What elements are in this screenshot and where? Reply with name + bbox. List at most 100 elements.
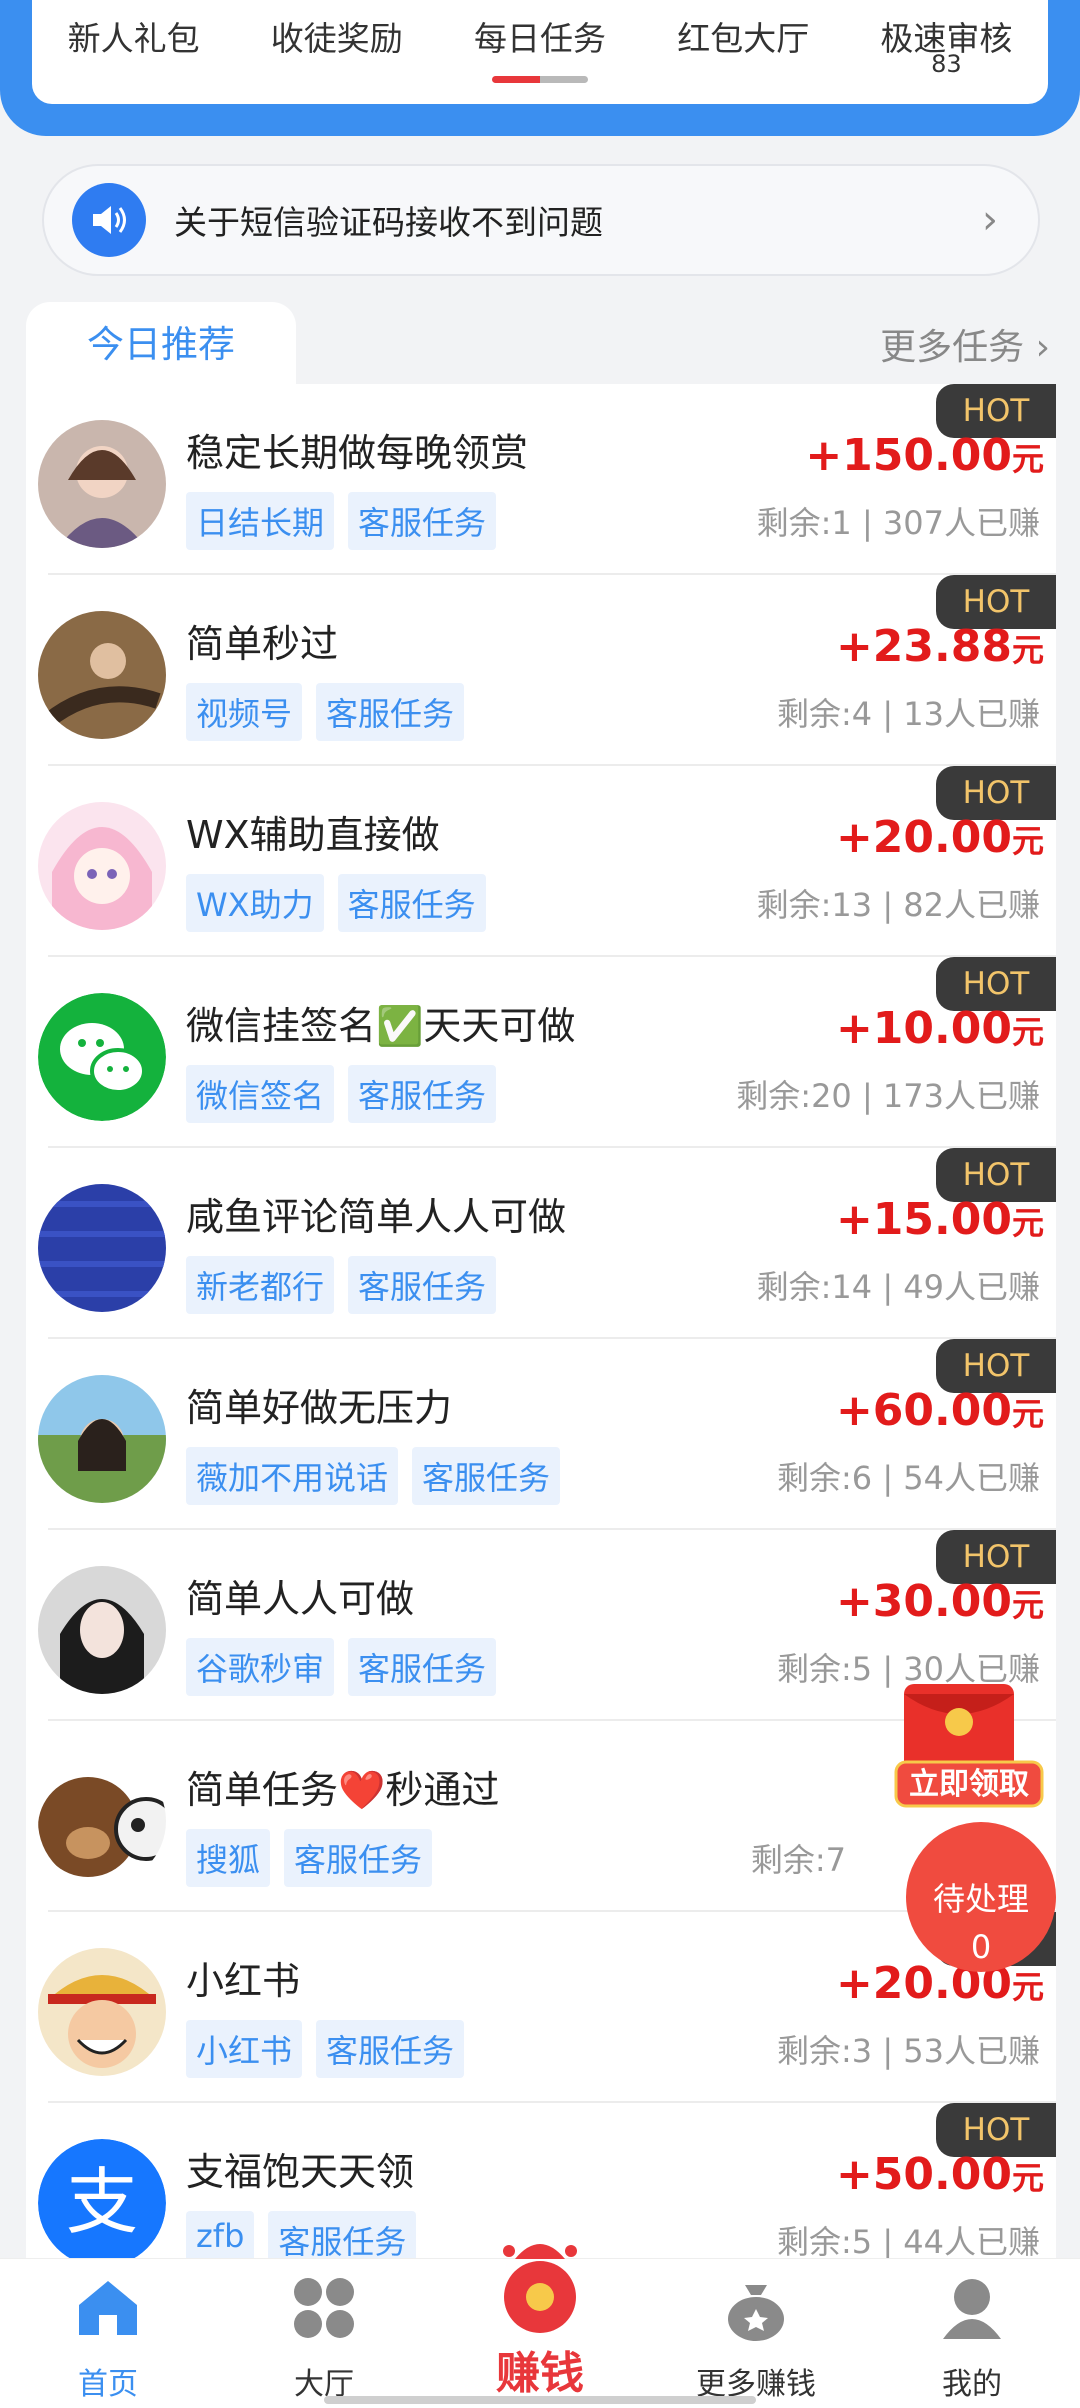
more-tasks-link[interactable]: 更多任务 ›: [880, 318, 1050, 370]
task-tag: WX助力: [186, 874, 324, 932]
money-bag-icon: [485, 2225, 595, 2339]
pending-button[interactable]: 待处理 0: [906, 1822, 1056, 1972]
task-meta: 剩余:1 | 307人已赚: [756, 504, 1040, 542]
pending-label: 待处理: [932, 1880, 1029, 1918]
task-price: +23.88元: [835, 621, 1044, 672]
bottom-nav: 首页 大厅 赚钱 更多赚钱 我的: [0, 2244, 1080, 2408]
tag-list: 谷歌秒审 客服任务: [186, 1638, 510, 1696]
task-tag: 客服任务: [316, 2020, 465, 2078]
task-title: 咸鱼评论简单人人可做: [186, 1195, 567, 1239]
task-price: +20.00元: [835, 812, 1044, 863]
task-title: 稳定长期做每晚领赏: [186, 431, 529, 475]
user-icon: [937, 2273, 1007, 2347]
claim-redpacket-button[interactable]: 立即领取: [894, 1680, 1044, 1810]
nav-label: 赚钱: [496, 2348, 584, 2399]
task-tag: 客服任务: [268, 2211, 417, 2264]
nav-label: 我的: [942, 2367, 1002, 2402]
money-sack-icon: [721, 2273, 791, 2347]
task-price: +10.00元: [835, 1003, 1044, 1054]
avatar: [38, 1184, 166, 1312]
task-tag: 搜狐: [186, 1829, 271, 1887]
task-tag: 微信签名: [186, 1065, 335, 1123]
task-row[interactable]: 咸鱼评论简单人人可做 新老都行 客服任务 HOT +15.00元 剩余:14 |…: [26, 1148, 1056, 1339]
nav-mine[interactable]: 我的: [864, 2259, 1080, 2408]
notice-text: 关于短信验证码接收不到问题: [174, 203, 603, 242]
alipay-icon: 支: [38, 2139, 166, 2264]
grid-icon: [289, 2273, 359, 2347]
task-tag: 客服任务: [348, 492, 497, 550]
active-tab-indicator: [492, 76, 588, 83]
tab-daily-tasks[interactable]: 每日任务: [438, 0, 641, 104]
tag-list: 小红书 客服任务: [186, 2020, 478, 2078]
task-price: +15.00元: [835, 1194, 1044, 1245]
task-tag: 新老都行: [186, 1256, 335, 1314]
task-meta: 剩余:20 | 173人已赚: [736, 1077, 1040, 1115]
task-title: 支福饱天天领: [186, 2150, 415, 2194]
task-title: 简单人人可做: [186, 1577, 415, 1621]
task-tag: 视频号: [186, 683, 303, 741]
task-tag: zfb: [186, 2211, 255, 2264]
task-row[interactable]: 稳定长期做每晚领赏 日结长期 客服任务 HOT +150.00元 剩余:1 | …: [26, 384, 1056, 575]
task-meta: 剩余:3 | 53人已赚: [777, 2032, 1040, 2070]
task-row[interactable]: 小红书 小红书 客服任务 HOT +20.00元 剩余:3 | 53人已赚: [26, 1912, 1056, 2103]
task-tag: 客服任务: [348, 1638, 497, 1696]
tab-label: 每日任务: [474, 19, 606, 58]
task-tag: 小红书: [186, 2020, 303, 2078]
tab-apprentice-reward[interactable]: 收徒奖励: [235, 0, 438, 104]
task-tag: 客服任务: [348, 1256, 497, 1314]
nav-hall[interactable]: 大厅: [216, 2259, 432, 2408]
nav-earn[interactable]: 赚钱: [432, 2244, 648, 2408]
task-meta: 剩余:4 | 13人已赚: [777, 695, 1040, 733]
task-tag: 薇加不用说话: [186, 1447, 399, 1505]
task-row[interactable]: 微信挂签名✅天天可做 微信签名 客服任务 HOT +10.00元 剩余:20 |…: [26, 957, 1056, 1148]
svg-text:支: 支: [66, 2160, 138, 2244]
task-row[interactable]: 简单秒过 视频号 客服任务 HOT +23.88元 剩余:4 | 13人已赚: [26, 575, 1056, 766]
tag-list: 搜狐 客服任务: [186, 1829, 446, 1887]
avatar: [38, 420, 166, 548]
task-meta: 剩余:7: [750, 1841, 846, 1879]
tab-redpacket-hall[interactable]: 红包大厅: [642, 0, 845, 104]
task-price: +150.00元: [805, 430, 1044, 481]
tag-list: 薇加不用说话 客服任务: [186, 1447, 574, 1505]
avatar: [38, 1566, 166, 1694]
task-list: 稳定长期做每晚领赏 日结长期 客服任务 HOT +150.00元 剩余:1 | …: [26, 384, 1056, 2264]
task-title: 微信挂签名✅天天可做: [186, 1004, 576, 1048]
task-title: 简单秒过: [186, 622, 339, 666]
top-tab-bar: 新人礼包 收徒奖励 每日任务 红包大厅 极速审核 83: [32, 0, 1048, 104]
task-tag: 客服任务: [284, 1829, 433, 1887]
task-tag: 日结长期: [186, 492, 335, 550]
tag-list: 微信签名 客服任务: [186, 1065, 510, 1123]
task-tag: 谷歌秒审: [186, 1638, 335, 1696]
tag-list: 日结长期 客服任务: [186, 492, 510, 550]
notice-banner[interactable]: 关于短信验证码接收不到问题 ›: [42, 164, 1040, 276]
task-meta: 剩余:13 | 82人已赚: [756, 886, 1040, 924]
tab-label: 红包大厅: [677, 19, 810, 58]
chevron-right-icon: ›: [982, 197, 998, 243]
task-title: 小红书: [186, 1959, 301, 2003]
tag-list: 视频号 客服任务: [186, 683, 478, 741]
wechat-icon: [38, 993, 166, 1121]
nav-more-earn[interactable]: 更多赚钱: [648, 2259, 864, 2408]
avatar: [38, 1948, 166, 2076]
task-row[interactable]: WX辅助直接做 WX助力 客服任务 HOT +20.00元 剩余:13 | 82…: [26, 766, 1056, 957]
task-meta: 剩余:14 | 49人已赚: [756, 1268, 1040, 1306]
section-tab-today[interactable]: 今日推荐: [26, 302, 296, 388]
avatar: [38, 611, 166, 739]
avatar: [38, 802, 166, 930]
speaker-icon: [72, 183, 146, 257]
tab-fast-review[interactable]: 极速审核 83: [845, 0, 1048, 104]
task-tag: 客服任务: [337, 874, 486, 932]
task-title: 简单任务❤️秒通过: [186, 1768, 500, 1812]
home-indicator: [324, 2396, 756, 2404]
avatar: [38, 1757, 166, 1885]
task-tag: 客服任务: [412, 1447, 561, 1505]
task-row[interactable]: 简单好做无压力 薇加不用说话 客服任务 HOT +60.00元 剩余:6 | 5…: [26, 1339, 1056, 1530]
redpacket-label: 立即领取: [909, 1767, 1029, 1802]
tab-newbie-gift[interactable]: 新人礼包: [32, 0, 235, 104]
tab-label: 收徒奖励: [270, 19, 403, 58]
tag-list: 新老都行 客服任务: [186, 1256, 510, 1314]
nav-home[interactable]: 首页: [0, 2259, 216, 2408]
avatar: [38, 1375, 166, 1503]
task-meta: 剩余:5 | 44人已赚: [777, 2223, 1040, 2261]
task-title: WX辅助直接做: [186, 813, 440, 857]
